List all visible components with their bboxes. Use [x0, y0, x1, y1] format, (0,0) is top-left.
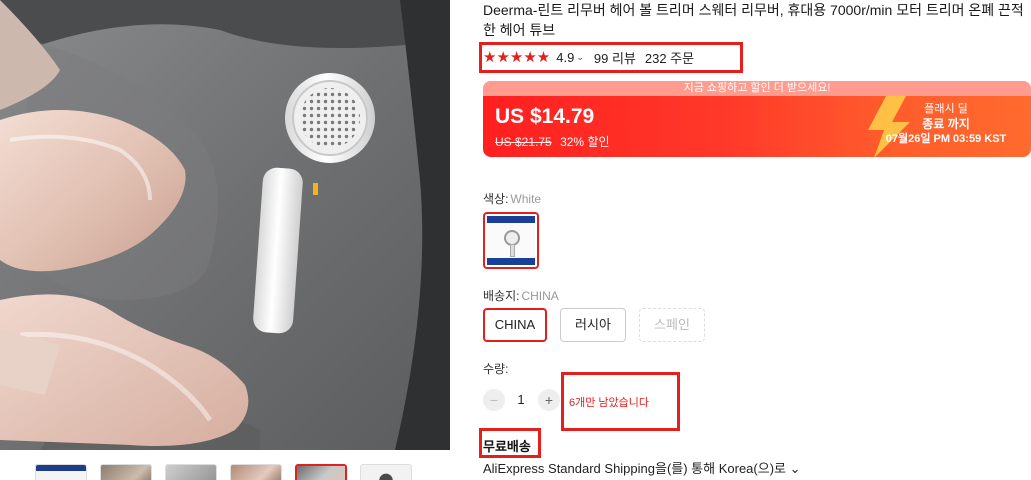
- product-title: Deerma-린트 리무버 헤어 볼 트리머 스웨터 리무버, 휴대용 7000…: [483, 2, 1024, 38]
- color-swatch-white[interactable]: [483, 212, 539, 269]
- flash-deal-countdown: 플래시 딜 종료 까지 07월26일 PM 03:59 KST: [871, 102, 1021, 147]
- thumbnail-5-selected[interactable]: [295, 464, 347, 480]
- order-count: 232 주문: [644, 50, 695, 66]
- shipping-method-selector[interactable]: AliExpress Standard Shipping을(를) 통해 Kore…: [483, 458, 800, 477]
- review-count-link[interactable]: 99 리뷰: [594, 48, 636, 67]
- quantity-value[interactable]: 1: [514, 392, 528, 407]
- ship-from-label-row: 배송지: CHINA: [483, 287, 559, 304]
- color-label: 색상:: [483, 192, 509, 206]
- color-label-row: 색상: White: [483, 190, 541, 207]
- thumbnail-4[interactable]: [230, 464, 282, 480]
- ship-from-label: 배송지:: [483, 289, 520, 303]
- current-price: US $14.79: [495, 105, 595, 128]
- promo-banner[interactable]: 지금 쇼핑하고 할인 더 받으세요!: [483, 81, 1031, 96]
- product-photo: [0, 0, 450, 450]
- original-price-row: US $21.75 32% 할인: [495, 133, 610, 150]
- original-price: US $21.75: [495, 135, 552, 149]
- quantity-decrease-button[interactable]: −: [483, 389, 505, 411]
- ship-from-option-russia[interactable]: 러시아: [560, 308, 626, 342]
- thumbnail-strip: [0, 450, 450, 480]
- flash-deal-title: 플래시 딜: [924, 103, 968, 115]
- flash-deal-end-time: 07월26일 PM 03:59 KST: [885, 133, 1007, 145]
- discount-badge: 32% 할인: [560, 135, 610, 149]
- quantity-increase-button[interactable]: +: [538, 389, 560, 411]
- color-value: White: [510, 192, 542, 206]
- flash-deal-price-panel: 지금 쇼핑하고 할인 더 받으세요! US $14.79 US $21.75 3…: [483, 81, 1031, 157]
- main-product-image[interactable]: [0, 0, 450, 450]
- star-rating-icon: ★★★★★: [483, 49, 551, 66]
- ship-from-value: CHINA: [521, 289, 559, 303]
- quantity-label: 수량:: [483, 362, 509, 376]
- chevron-down-icon[interactable]: ⌄: [576, 52, 584, 63]
- ship-from-option-spain[interactable]: 스페인: [639, 308, 705, 342]
- ship-from-option-china[interactable]: CHINA: [483, 308, 547, 342]
- rating-row[interactable]: ★★★★★ 4.9 ⌄ 99 리뷰 232 주문: [483, 47, 694, 67]
- stock-remaining-note: 6개만 남았습니다: [569, 397, 650, 409]
- thumbnail-6[interactable]: [360, 464, 412, 480]
- thumbnail-3[interactable]: [165, 464, 217, 480]
- rating-score: 4.9: [556, 49, 575, 65]
- thumbnail-2[interactable]: [100, 464, 152, 480]
- free-shipping-label: 무료배송: [483, 439, 531, 454]
- thumbnail-1[interactable]: [35, 464, 87, 480]
- flash-deal-ends-label: 종료 까지: [922, 117, 970, 131]
